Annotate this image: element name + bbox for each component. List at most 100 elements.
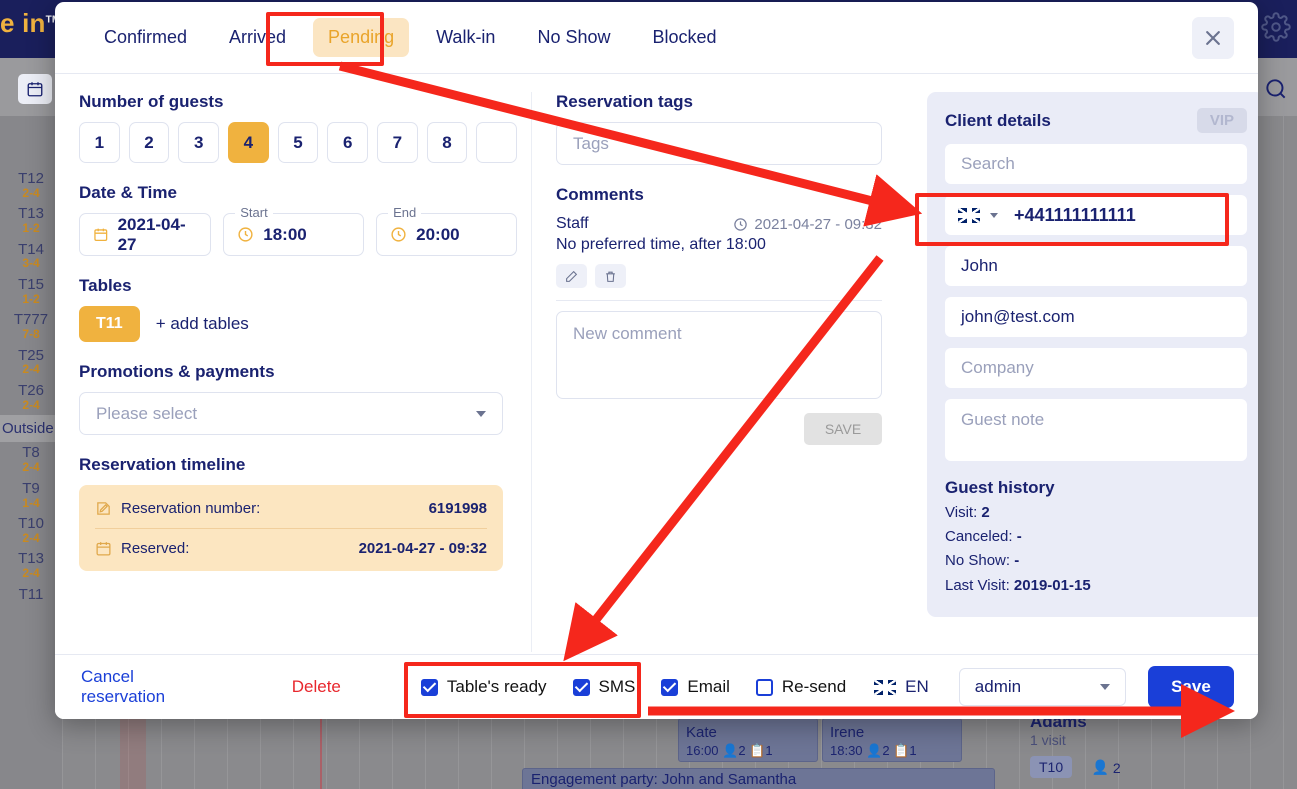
vip-badge[interactable]: VIP (1197, 108, 1247, 133)
tables-heading: Tables (79, 276, 517, 296)
sidebar-table-row[interactable]: T132-4 (0, 548, 62, 583)
guest-count-selector[interactable]: 12345678 (79, 122, 517, 163)
reservation-card[interactable]: Kate 16:00 👤2 📋1 (678, 718, 818, 762)
client-search-input[interactable]: Search (945, 144, 1247, 184)
sidebar-table-name: T10 (0, 516, 62, 532)
guest-summary-table[interactable]: T10 (1030, 756, 1072, 778)
guest-count-4[interactable]: 4 (228, 122, 269, 163)
language-selector[interactable]: EN (874, 677, 929, 697)
timeline-heading: Reservation timeline (79, 455, 517, 475)
start-time-field[interactable]: Start 18:00 (223, 213, 364, 256)
delete-link[interactable]: Delete (292, 677, 341, 697)
chevron-down-icon (1100, 684, 1110, 690)
checkbox-box[interactable] (661, 679, 678, 696)
client-panel-header: Client details VIP (945, 108, 1247, 133)
checkbox-box[interactable] (756, 679, 773, 696)
guest-history-row: No Show: - (945, 551, 1247, 570)
start-time-value: 18:00 (263, 225, 306, 245)
sidebar-table-name: T11 (0, 587, 62, 603)
sidebar-table-row[interactable]: T82-4 (0, 442, 62, 477)
client-phone-input[interactable]: +441111111111 (945, 195, 1247, 235)
checkbox-email[interactable]: Email (661, 677, 730, 697)
end-time-field[interactable]: End 20:00 (376, 213, 517, 256)
guest-history-label: Visit: (945, 504, 977, 521)
tab-pending[interactable]: Pending (313, 18, 409, 57)
timeline-label: Reserved: (121, 540, 359, 557)
sidebar-table-row[interactable]: T131-2 (0, 203, 62, 238)
reservation-card-notes: 1 (765, 743, 772, 758)
tab-blocked[interactable]: Blocked (638, 18, 732, 57)
sidebar-table-row[interactable]: T11 (0, 584, 62, 607)
reservation-card-meta: 16:00 👤2 📋1 (686, 743, 810, 759)
guest-summary-guests: 👤 2 (1083, 756, 1130, 779)
comment-text: No preferred time, after 18:00 (556, 236, 903, 254)
chevron-down-icon (476, 411, 486, 417)
guest-count-7[interactable]: 7 (377, 122, 418, 163)
guest-count-8[interactable]: 8 (427, 122, 468, 163)
note-icon: 📋 (893, 743, 909, 758)
promotions-select[interactable]: Please select (79, 392, 503, 435)
cancel-reservation-link[interactable]: Cancel reservation (81, 667, 220, 707)
tab-arrived[interactable]: Arrived (214, 18, 301, 57)
close-icon[interactable] (1192, 17, 1234, 59)
guest-count-2[interactable]: 2 (129, 122, 170, 163)
calendar-icon[interactable] (18, 74, 52, 104)
checkbox-table-s-ready[interactable]: Table's ready (421, 677, 547, 697)
guest-count-6[interactable]: 6 (327, 122, 368, 163)
guest-count-5[interactable]: 5 (278, 122, 319, 163)
client-name-input[interactable]: John (945, 246, 1247, 286)
trash-icon[interactable] (595, 264, 626, 288)
checkbox-sms[interactable]: SMS (573, 677, 636, 697)
note-icon: 📋 (749, 743, 765, 758)
client-email-value: john@test.com (961, 307, 1075, 327)
comment-save-button[interactable]: SAVE (804, 413, 882, 445)
tab-no-show[interactable]: No Show (522, 18, 625, 57)
sidebar-table-row[interactable]: T143-4 (0, 239, 62, 274)
end-time-value: 20:00 (416, 225, 459, 245)
guest-count-3[interactable]: 3 (178, 122, 219, 163)
guest-count-1[interactable]: 1 (79, 122, 120, 163)
date-field[interactable]: 2021-04-27 (79, 213, 211, 256)
calendar-icon (95, 540, 121, 557)
client-company-input[interactable]: Company (945, 348, 1247, 388)
floorplan-sidebar[interactable]: T122-4T131-2T143-4T151-2T7777-8T252-4T26… (0, 116, 62, 789)
sidebar-table-capacity: 2-4 (0, 567, 62, 580)
reservation-card[interactable]: Irene 18:30 👤2 📋1 (822, 718, 962, 762)
checkbox-box[interactable] (573, 679, 590, 696)
sidebar-table-row[interactable]: T102-4 (0, 513, 62, 548)
sidebar-group-outside: Outside (0, 415, 62, 442)
user-select[interactable]: admin (959, 668, 1126, 706)
tags-input[interactable]: Tags (556, 122, 882, 165)
new-comment-input[interactable]: New comment (556, 311, 882, 399)
timeline-label: Reservation number: (121, 500, 429, 517)
add-tables-button[interactable]: + add tables (156, 314, 249, 334)
assigned-table-chip[interactable]: T11 (79, 306, 140, 342)
guest-count-custom-input[interactable] (476, 122, 517, 163)
sidebar-table-row[interactable]: T7777-8 (0, 309, 62, 344)
event-bar[interactable]: Engagement party: John and Samantha (522, 768, 995, 789)
sidebar-table-row[interactable]: T91-4 (0, 478, 62, 513)
guest-summary-guest-count: 2 (1113, 760, 1121, 776)
search-icon[interactable] (1263, 76, 1289, 102)
reservation-card-guests: 2 (882, 743, 889, 758)
chevron-down-icon[interactable] (990, 213, 998, 218)
guest-history-list: Visit: 2Canceled: -No Show: -Last Visit:… (945, 503, 1247, 595)
modal-footer: Cancel reservation Delete Table's ready S… (55, 654, 1258, 719)
guest-summary-panel: Adams 1 visit T10 👤 2 (1030, 712, 1130, 779)
sidebar-table-row[interactable]: T262-4 (0, 380, 62, 415)
sidebar-table-row[interactable]: T122-4 (0, 168, 62, 203)
tab-walk-in[interactable]: Walk-in (421, 18, 510, 57)
sidebar-table-row[interactable]: T252-4 (0, 345, 62, 380)
pencil-icon[interactable] (556, 264, 587, 288)
client-phone-value: +441111111111 (1014, 205, 1136, 226)
client-guest-note-input[interactable]: Guest note (945, 399, 1247, 461)
checkbox-box[interactable] (421, 679, 438, 696)
sidebar-table-row[interactable]: T151-2 (0, 274, 62, 309)
gear-icon[interactable] (1261, 12, 1291, 42)
flag-gb-icon (874, 680, 896, 695)
save-button[interactable]: Save (1148, 666, 1234, 708)
new-comment-placeholder: New comment (573, 324, 682, 343)
client-email-input[interactable]: john@test.com (945, 297, 1247, 337)
tab-confirmed[interactable]: Confirmed (89, 18, 202, 57)
checkbox-re-send[interactable]: Re-send (756, 677, 846, 697)
